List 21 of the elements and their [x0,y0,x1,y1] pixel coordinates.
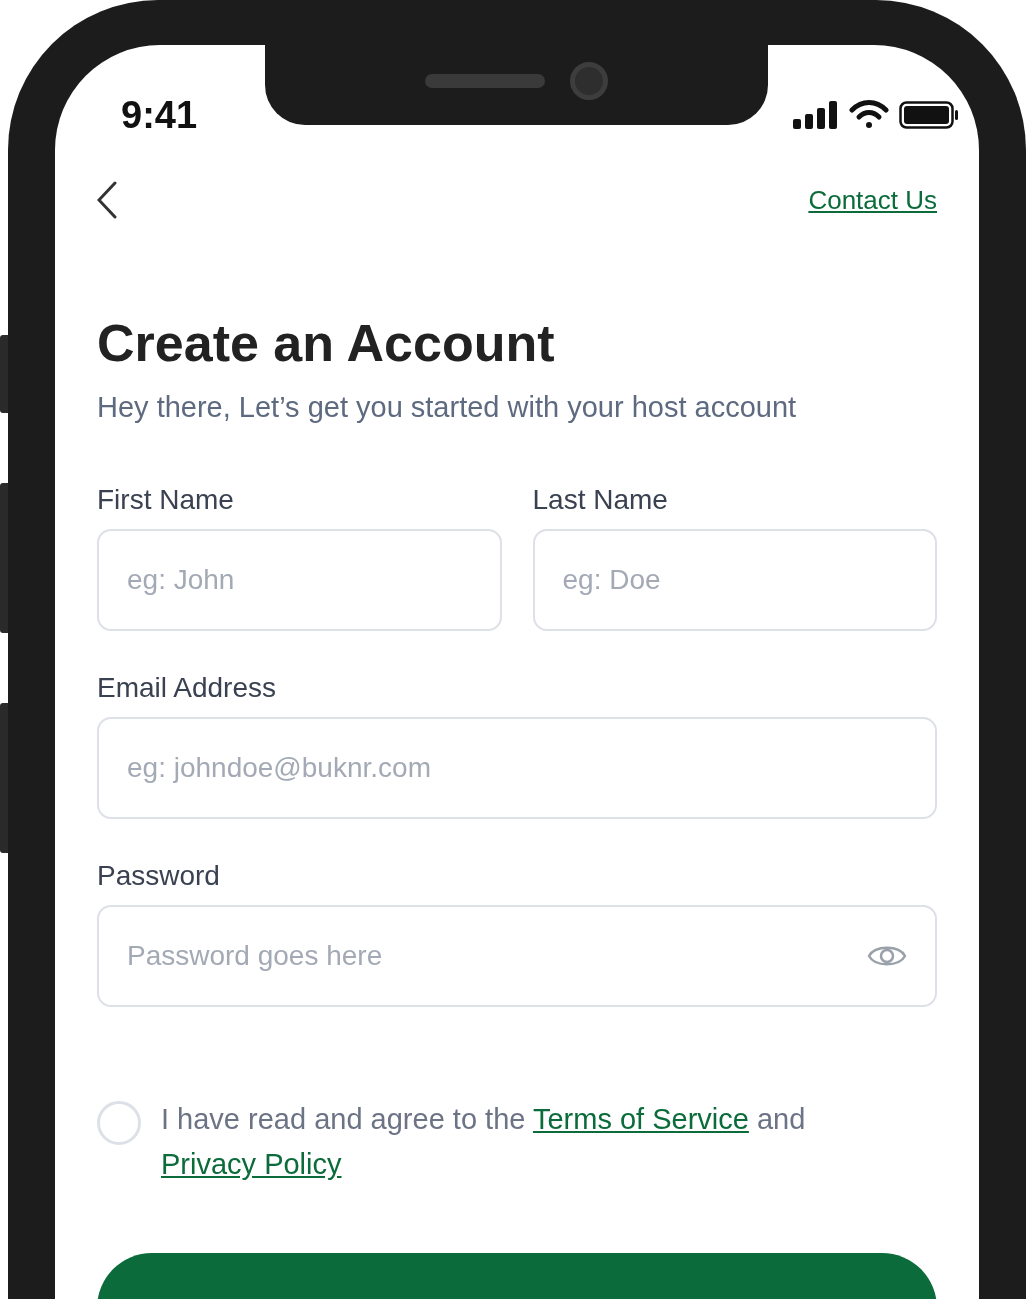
field-label: First Name [97,483,235,517]
field-label: Password [97,859,221,893]
privacy-link[interactable]: Privacy Policy [161,1148,342,1180]
terms-link[interactable]: Terms of Service [532,1103,749,1135]
password-field[interactable]: Password goes here [97,905,937,1007]
input-field[interactable]: eg: Doe [532,529,937,631]
battery-icon [899,101,959,129]
input-field[interactable]: eg: John [97,529,502,631]
back-icon[interactable] [97,181,117,219]
agreement-text: I have read and agree to the Terms of Service and Privacy Policy [161,1102,806,1182]
page-title: Create an Account [97,313,556,373]
contact-link[interactable]: Contact Us [808,180,937,220]
wifi-icon [849,100,889,130]
status-time: 9:41 [121,92,198,138]
page-subtitle: Hey there, Let’s get you started with your host account [97,390,798,425]
field-label: Email Address [97,671,277,705]
camera-lens [570,62,608,100]
signal-icon [793,101,839,129]
field-label: Last Name [532,483,669,517]
agreement-checkbox[interactable] [97,1101,141,1145]
input-field[interactable]: eg: johndoe@buknr.com [97,717,937,819]
